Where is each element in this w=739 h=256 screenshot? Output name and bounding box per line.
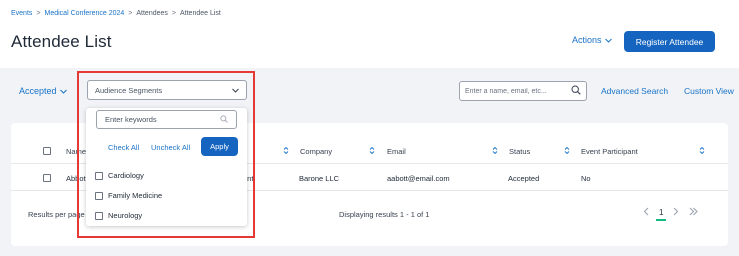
status-filter-dropdown[interactable]: Accepted	[19, 86, 67, 96]
breadcrumb-attendees[interactable]: Attendees	[136, 10, 168, 17]
custom-view-link[interactable]: Custom View	[684, 86, 734, 96]
chevron-down-icon	[232, 86, 239, 95]
results-summary: Displaying results 1 - 1 of 1	[339, 210, 430, 219]
search-icon[interactable]	[571, 85, 581, 97]
segment-option-label: Cardiology	[108, 171, 144, 180]
previous-page-icon[interactable]	[643, 207, 649, 218]
sort-icon[interactable]	[369, 146, 375, 157]
page-number-current[interactable]: 1	[655, 208, 668, 221]
audience-segments-dropdown: Check All Uncheck All Apply Cardiology F…	[86, 108, 247, 226]
status-filter-label: Accepted	[19, 86, 57, 96]
segment-option-neurology[interactable]: Neurology	[95, 211, 142, 220]
attendee-search-input[interactable]	[465, 87, 565, 95]
sort-icon[interactable]	[699, 146, 705, 157]
register-attendee-button[interactable]: Register Attendee	[624, 31, 715, 52]
attendee-email: aabott@email.com	[387, 174, 450, 183]
results-per-page-label: Results per page	[28, 210, 85, 219]
breadcrumb-events[interactable]: Events	[11, 10, 32, 17]
apply-button[interactable]: Apply	[201, 137, 238, 156]
uncheck-all-button[interactable]: Uncheck All	[151, 143, 190, 152]
column-event-participant[interactable]: Event Participant	[581, 147, 638, 156]
chevron-down-icon	[59, 86, 67, 96]
next-page-icon[interactable]	[673, 207, 679, 218]
segment-checkbox[interactable]	[95, 211, 103, 220]
last-page-icon[interactable]	[689, 207, 699, 218]
breadcrumb-separator: >	[171, 10, 176, 17]
actions-label: Actions	[572, 35, 602, 45]
page-title: Attendee List	[11, 32, 112, 51]
advanced-search-link[interactable]: Advanced Search	[601, 86, 668, 96]
chevron-down-icon	[604, 35, 612, 45]
check-all-button[interactable]: Check All	[108, 143, 139, 152]
search-icon	[220, 114, 228, 125]
sort-icon[interactable]	[492, 146, 498, 157]
segment-checkbox[interactable]	[95, 191, 103, 200]
breadcrumb-separator: >	[128, 10, 133, 17]
segment-checkbox[interactable]	[95, 171, 103, 180]
attendee-company: Barone LLC	[299, 174, 340, 183]
segment-option-cardiology[interactable]: Cardiology	[95, 171, 144, 180]
column-name[interactable]: Name	[66, 147, 86, 156]
column-email[interactable]: Email	[387, 147, 406, 156]
segment-option-label: Family Medicine	[108, 191, 163, 200]
sort-icon[interactable]	[564, 146, 570, 157]
row-checkbox[interactable]	[43, 174, 51, 182]
pagination: 1	[643, 207, 699, 221]
keyword-search-input[interactable]	[105, 115, 215, 124]
column-status[interactable]: Status	[509, 147, 530, 156]
attendee-event-participant: No	[581, 174, 591, 183]
breadcrumb: Events > Medical Conference 2024 > Atten…	[11, 10, 221, 17]
segment-option-label: Neurology	[108, 211, 143, 220]
attendee-name-link[interactable]: Abbott	[66, 174, 88, 183]
segment-option-family-medicine[interactable]: Family Medicine	[95, 191, 162, 200]
sort-icon[interactable]	[283, 146, 289, 157]
keyword-search-box	[96, 110, 237, 129]
attendee-search-box	[459, 81, 587, 101]
audience-segments-select[interactable]: Audience Segments	[87, 80, 247, 100]
column-company[interactable]: Company	[300, 147, 332, 156]
breadcrumb-conference[interactable]: Medical Conference 2024	[45, 10, 125, 17]
attendee-status: Accepted	[508, 174, 540, 183]
breadcrumb-current: Attendee List	[180, 10, 221, 17]
audience-segments-label: Audience Segments	[95, 85, 163, 95]
select-all-checkbox[interactable]	[43, 147, 51, 155]
actions-menu-button[interactable]: Actions	[572, 35, 612, 45]
breadcrumb-separator: >	[36, 10, 41, 17]
